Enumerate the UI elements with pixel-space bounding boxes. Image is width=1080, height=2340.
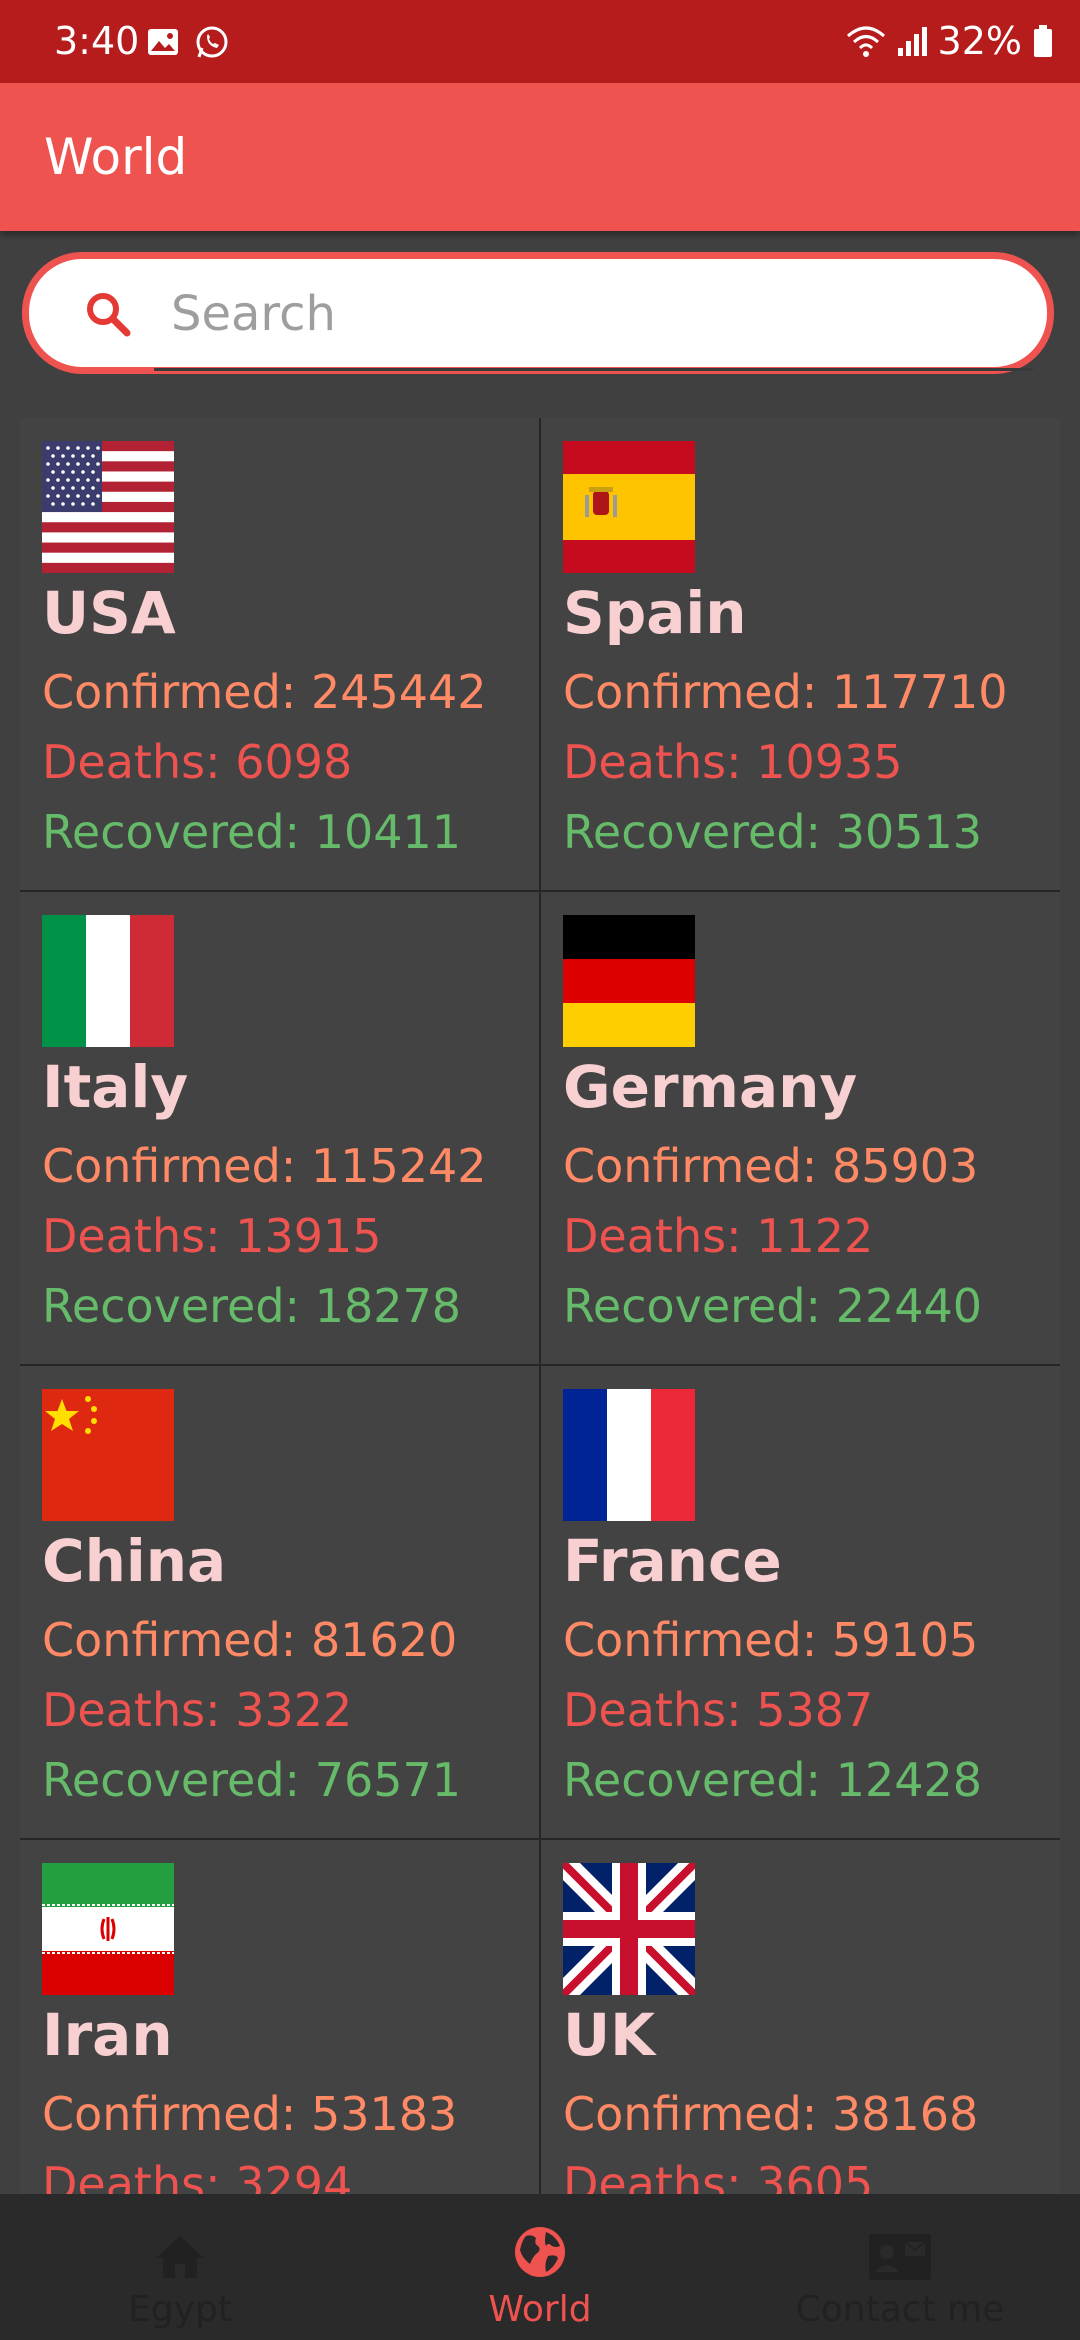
deaths-count: Deaths: 10935: [563, 735, 903, 789]
country-card-iran[interactable]: Iran Confirmed: 53183 Deaths: 3294: [20, 1840, 539, 2194]
deaths-count: Deaths: 6098: [42, 735, 353, 789]
deaths-count: Deaths: 1122: [563, 1209, 874, 1263]
status-notification-icons: [146, 24, 230, 60]
confirmed-count: Confirmed: 245442: [42, 665, 487, 719]
search-icon: [87, 293, 131, 337]
status-right-indicators: 32%: [846, 14, 1054, 68]
confirmed-count: Confirmed: 85903: [563, 1139, 979, 1193]
country-card-usa[interactable]: USA Confirmed: 245442 Deaths: 6098 Recov…: [20, 418, 539, 890]
country-name: USA: [42, 579, 176, 647]
uk-flag-icon: [563, 1863, 695, 1995]
country-card-uk[interactable]: UK Confirmed: 38168 Deaths: 3605: [541, 1840, 1060, 2194]
country-card-china[interactable]: China Confirmed: 81620 Deaths: 3322 Reco…: [20, 1366, 539, 1838]
battery-percent: 32%: [937, 19, 1022, 63]
confirmed-count: Confirmed: 81620: [42, 1613, 458, 1667]
recovered-count: Recovered: 18278: [42, 1279, 462, 1333]
country-card-france[interactable]: France Confirmed: 59105 Deaths: 5387 Rec…: [541, 1366, 1060, 1838]
bottom-navigation: Egypt World Contact me: [0, 2194, 1080, 2340]
contact-card-icon: [869, 2234, 931, 2280]
country-name: France: [563, 1527, 782, 1595]
deaths-count: Deaths: 13915: [42, 1209, 382, 1263]
nav-label: World: [488, 2289, 592, 2330]
confirmed-count: Confirmed: 59105: [563, 1613, 979, 1667]
status-time: 3:40: [54, 19, 140, 63]
status-bar: 3:40 32%: [0, 0, 1080, 83]
gallery-icon: [148, 29, 178, 55]
signal-icon: [897, 27, 927, 56]
recovered-count: Recovered: 22440: [563, 1279, 983, 1333]
country-name: China: [42, 1527, 227, 1595]
wifi-icon: [846, 26, 885, 57]
confirmed-count: Confirmed: 38168: [563, 2087, 979, 2141]
confirmed-count: Confirmed: 117710: [563, 665, 1008, 719]
country-name: Iran: [42, 2001, 173, 2069]
country-grid[interactable]: USA Confirmed: 245442 Deaths: 6098 Recov…: [20, 418, 1060, 2194]
deaths-count: Deaths: 5387: [563, 1683, 874, 1737]
battery-icon: [1034, 25, 1052, 57]
home-icon: [156, 2236, 204, 2278]
deaths-count: Deaths: 3605: [563, 2157, 874, 2194]
deaths-count: Deaths: 3294: [42, 2157, 353, 2194]
china-flag-icon: [42, 1389, 174, 1521]
recovered-count: Recovered: 76571: [42, 1753, 462, 1807]
france-flag-icon: [563, 1389, 695, 1521]
iran-flag-icon: [42, 1863, 174, 1995]
country-card-italy[interactable]: Italy Confirmed: 115242 Deaths: 13915 Re…: [20, 892, 539, 1364]
confirmed-count: Confirmed: 53183: [42, 2087, 458, 2141]
germany-flag-icon: [563, 915, 695, 1047]
country-name: Germany: [563, 1053, 858, 1121]
search-box[interactable]: [22, 252, 1054, 374]
nav-label: Contact me: [795, 2289, 1005, 2330]
country-card-germany[interactable]: Germany Confirmed: 85903 Deaths: 1122 Re…: [541, 892, 1060, 1364]
page-title: World: [44, 128, 188, 186]
confirmed-count: Confirmed: 115242: [42, 1139, 487, 1193]
search-underline: [154, 368, 1033, 371]
deaths-count: Deaths: 3322: [42, 1683, 353, 1737]
recovered-count: Recovered: 30513: [563, 805, 983, 859]
globe-icon: [515, 2227, 565, 2277]
nav-label: Egypt: [128, 2289, 232, 2330]
country-name: Spain: [563, 579, 747, 647]
recovered-count: Recovered: 12428: [563, 1753, 983, 1807]
country-name: UK: [563, 2001, 656, 2069]
app-bar: World: [0, 83, 1080, 231]
country-card-spain[interactable]: Spain Confirmed: 117710 Deaths: 10935 Re…: [541, 418, 1060, 890]
search-input[interactable]: [169, 277, 1033, 351]
spain-flag-icon: [563, 441, 695, 573]
nav-item-contact[interactable]: Contact me: [720, 2194, 1080, 2340]
usa-flag-icon: [42, 441, 174, 573]
nav-item-world[interactable]: World: [360, 2194, 720, 2340]
whatsapp-icon: [196, 26, 228, 58]
recovered-count: Recovered: 10411: [42, 805, 462, 859]
nav-item-egypt[interactable]: Egypt: [0, 2194, 360, 2340]
italy-flag-icon: [42, 915, 174, 1047]
country-name: Italy: [42, 1053, 189, 1121]
